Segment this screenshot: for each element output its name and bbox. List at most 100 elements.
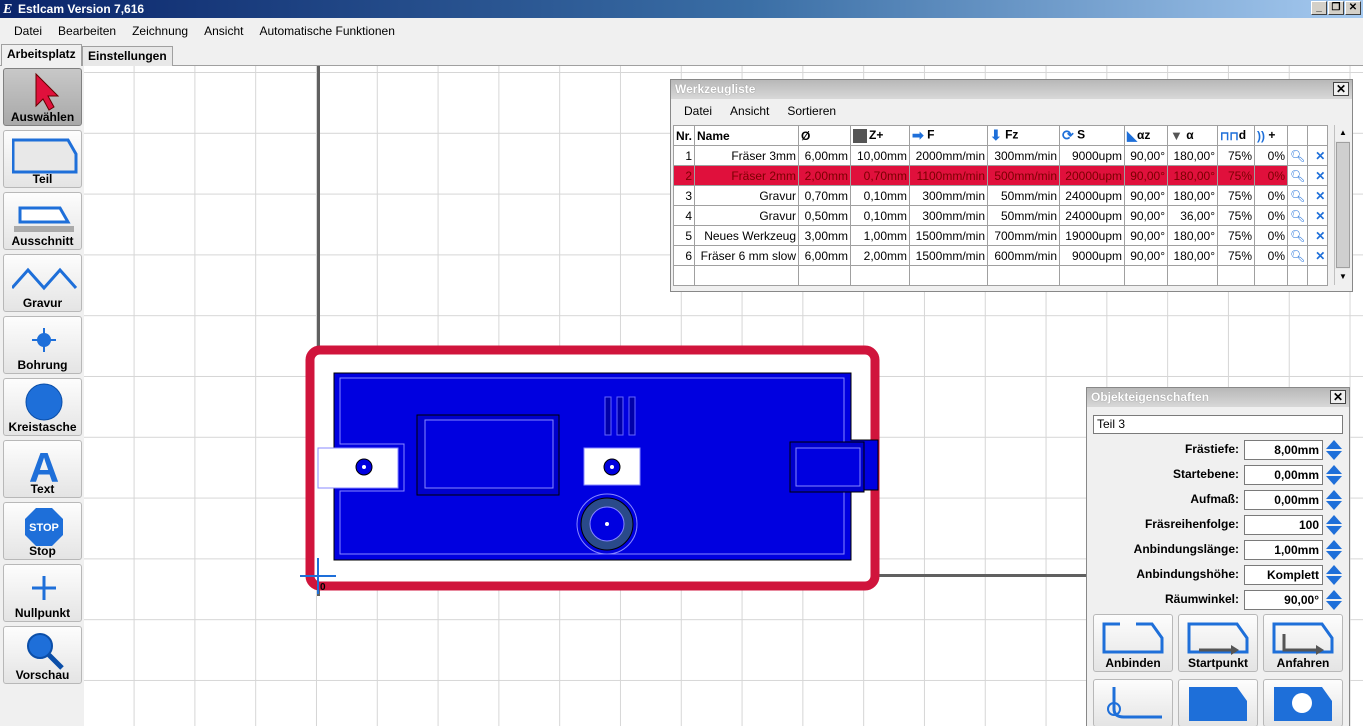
edit-tool-button[interactable]: 🔍︎ (1287, 205, 1309, 226)
edit-tool-button[interactable]: 🔍︎ (1287, 225, 1309, 246)
anfahren-button[interactable]: Anfahren (1263, 614, 1343, 672)
table-row[interactable]: 5 Neues Werkzeug 3,00mm 1,00mm 1500mm/min 700… (672, 225, 1329, 246)
part-drawing[interactable] (296, 340, 896, 600)
tool-cutout-button[interactable]: Ausschnitt (3, 192, 82, 250)
prop-label: Frästiefe: (1184, 442, 1239, 456)
cell-az: 90,00° (1124, 145, 1169, 166)
prop-input[interactable]: 0,00mm (1244, 465, 1323, 485)
delete-tool-button[interactable]: ✕ (1307, 145, 1329, 166)
scroll-down-icon[interactable]: ▼ (1335, 269, 1351, 285)
col-zplus[interactable]: Z+ (850, 125, 911, 146)
prop-input[interactable]: 0,00mm (1244, 490, 1323, 510)
table-row[interactable]: 6 Fräser 6 mm slow 6,00mm 2,00mm 1500mm/min 6… (672, 245, 1329, 266)
properties-close-button[interactable]: ✕ (1330, 390, 1346, 404)
cell-feed: 300mm/min (909, 185, 989, 206)
table-row[interactable]: 4 Gravur 0,50mm 0,10mm 300mm/min 50mm/min 2400… (672, 205, 1329, 226)
object-name-input[interactable]: Teil 3 (1093, 415, 1343, 434)
scroll-thumb[interactable] (1336, 142, 1350, 268)
cut-option-button-3[interactable] (1263, 679, 1343, 726)
spin-arrows-icon[interactable] (1325, 489, 1343, 511)
delete-tool-button[interactable]: ✕ (1307, 225, 1329, 246)
cut-option-button-1[interactable] (1093, 679, 1173, 726)
table-row-empty[interactable] (672, 265, 1329, 286)
close-button[interactable]: ✕ (1345, 1, 1361, 15)
tool-drill-button[interactable]: Bohrung (3, 316, 82, 374)
edit-tool-button[interactable]: 🔍︎ (1287, 245, 1309, 266)
menu-datei[interactable]: Datei (6, 24, 50, 38)
tool-list-close-button[interactable]: ✕ (1333, 82, 1349, 96)
tool-circle-pocket-button[interactable]: Kreistasche (3, 378, 82, 436)
delete-tool-button[interactable]: ✕ (1307, 165, 1329, 186)
drill-icon (32, 328, 56, 352)
tool-engrave-button[interactable]: Gravur (3, 254, 82, 312)
delete-icon: ✕ (1315, 168, 1326, 183)
minimize-button[interactable]: _ (1311, 1, 1327, 15)
cell-feed: 1500mm/min (909, 245, 989, 266)
col-diameter[interactable]: Ø (798, 125, 852, 146)
tool-list-menu-ansicht[interactable]: Ansicht (721, 104, 778, 118)
tool-text-button[interactable]: A Text (3, 440, 82, 498)
col-name[interactable]: Name (694, 125, 800, 146)
menu-ansicht[interactable]: Ansicht (196, 24, 251, 38)
menu-bearbeiten[interactable]: Bearbeiten (50, 24, 124, 38)
tool-list-menu-sortieren[interactable]: Sortieren (778, 104, 845, 118)
spin-arrows-icon[interactable] (1325, 564, 1343, 586)
col-d[interactable]: ⊓⊓d (1217, 125, 1256, 146)
delete-tool-button[interactable]: ✕ (1307, 205, 1329, 226)
tool-preview-button[interactable]: Vorschau (3, 626, 82, 684)
anbinden-button[interactable]: Anbinden (1093, 614, 1173, 672)
prop-input[interactable]: 100 (1244, 515, 1323, 535)
col-nr[interactable]: Nr. (672, 125, 696, 146)
menu-automatische-funktionen[interactable]: Automatische Funktionen (251, 24, 402, 38)
tool-stop-button[interactable]: STOP Stop (3, 502, 82, 560)
cell-diameter: 6,00mm (798, 245, 852, 266)
col-alpha[interactable]: ▼ α (1167, 125, 1219, 146)
edit-tool-button[interactable]: 🔍︎ (1287, 185, 1309, 206)
spin-arrows-icon[interactable] (1325, 514, 1343, 536)
menu-zeichnung[interactable]: Zeichnung (124, 24, 196, 38)
tool-origin-button[interactable]: Nullpunkt (3, 564, 82, 622)
startpunkt-button[interactable]: Startpunkt (1178, 614, 1258, 672)
table-row-selected[interactable]: 2 Fräser 2mm 2,00mm 0,70mm 1100mm/min 500mm/m… (672, 165, 1329, 186)
col-fz[interactable]: ⬇ Fz (987, 125, 1061, 146)
prop-row-startebene: Startebene: 0,00mm (1087, 464, 1343, 486)
edit-tool-button[interactable]: 🔍︎ (1287, 145, 1309, 166)
edit-tool-button[interactable]: 🔍︎ (1287, 165, 1309, 186)
delete-tool-button[interactable]: ✕ (1307, 185, 1329, 206)
cell-fz: 700mm/min (987, 225, 1061, 246)
tool-select-button[interactable]: Auswählen (3, 68, 82, 126)
table-row[interactable]: 3 Gravur 0,70mm 0,10mm 300mm/min 50mm/min 2400… (672, 185, 1329, 206)
delete-tool-button[interactable]: ✕ (1307, 245, 1329, 266)
prop-input[interactable]: 90,00° (1244, 590, 1323, 610)
scroll-up-icon[interactable]: ▲ (1335, 125, 1351, 141)
prop-input[interactable]: 1,00mm (1244, 540, 1323, 560)
cut-option-button-2[interactable] (1178, 679, 1258, 726)
prop-label: Räumwinkel: (1164, 592, 1239, 606)
spin-arrows-icon[interactable] (1325, 539, 1343, 561)
col-speed[interactable]: ⟳ S (1059, 125, 1126, 146)
tab-arbeitsplatz[interactable]: Arbeitsplatz (1, 44, 82, 66)
tab-einstellungen[interactable]: Einstellungen (82, 46, 173, 66)
cell-alpha: 180,00° (1167, 245, 1219, 266)
table-row[interactable]: 1 Fräser 3mm 6,00mm 10,00mm 2000mm/min 300mm/… (672, 145, 1329, 166)
cell-plus: 0% (1254, 225, 1289, 246)
tool-list-menu-datei[interactable]: Datei (675, 104, 721, 118)
cell-speed: 19000upm (1059, 225, 1126, 246)
magnifier-icon: 🔍︎ (1290, 208, 1306, 223)
arrow-down-icon: ⬇ (990, 127, 1002, 143)
spin-arrows-icon[interactable] (1325, 464, 1343, 486)
tool-part-button[interactable]: Teil (3, 130, 82, 188)
tool-list-scrollbar[interactable]: ▲ ▼ (1334, 125, 1351, 285)
prop-input[interactable]: 8,00mm (1244, 440, 1323, 460)
col-plus[interactable]: )) + (1254, 125, 1289, 146)
spin-arrows-icon[interactable] (1325, 589, 1343, 611)
title-bar: E Estlcam Version 7,616 _ ❐ ✕ (0, 0, 1363, 18)
cell-az: 90,00° (1124, 185, 1169, 206)
col-az[interactable]: ◣αz (1124, 125, 1169, 146)
cell-feed: 300mm/min (909, 205, 989, 226)
col-feed[interactable]: ➡ F (909, 125, 989, 146)
prop-input[interactable]: Komplett (1244, 565, 1323, 585)
restore-button[interactable]: ❐ (1328, 1, 1344, 15)
spin-arrows-icon[interactable] (1325, 439, 1343, 461)
cell-d: 75% (1217, 145, 1256, 166)
